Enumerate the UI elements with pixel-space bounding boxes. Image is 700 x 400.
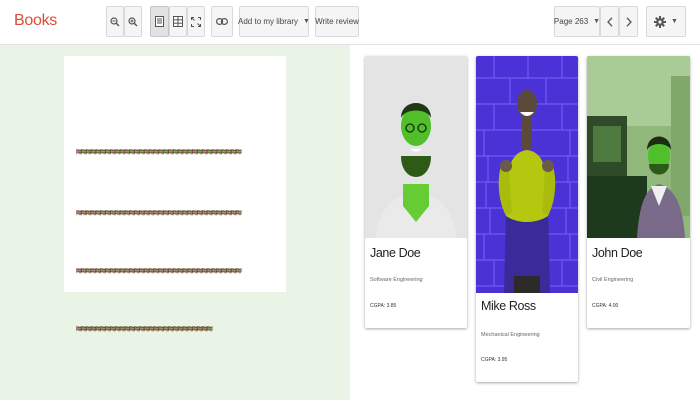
profile-name: Jane Doe: [370, 246, 421, 260]
profile-gpa: CGPA: 4.00: [592, 303, 619, 309]
link-button[interactable]: [211, 6, 233, 37]
profile-photo: [476, 56, 578, 293]
page-text-line: ≈≈≈≈≈≈≈≈≈≈≈≈≈≈≈≈≈≈≈≈≈≈≈≈≈≈≈≈≈≈≈≈≈≈: [76, 207, 242, 219]
brand-logo[interactable]: Books: [14, 12, 57, 30]
profile-cards-area: Jane Doe Software Engineering CGPA: 3.85…: [350, 45, 700, 400]
page-text-line: ≈≈≈≈≈≈≈≈≈≈≈≈≈≈≈≈≈≈≈≈≈≈≈≈≈≈≈≈≈≈≈≈≈≈: [76, 265, 242, 277]
chevron-down-icon: ▼: [303, 18, 310, 25]
zoom-in-icon: [128, 16, 138, 27]
zoom-out-button[interactable]: [106, 6, 124, 37]
page-text-line: ≈≈≈≈≈≈≈≈≈≈≈≈≈≈≈≈≈≈≈≈≈≈≈≈≈≈≈≈≈≈≈≈≈≈: [76, 146, 242, 158]
write-review-label: Write review: [315, 17, 359, 26]
profile-photo: [587, 56, 690, 238]
profile-name: John Doe: [592, 246, 643, 260]
profile-department: Mechanical Engineering: [481, 332, 540, 338]
link-icon: [216, 18, 228, 25]
add-to-library-button[interactable]: Add to my library ▼: [238, 6, 310, 37]
toolbar: Books Add to my library ▼ Write review P…: [0, 0, 700, 45]
profile-card[interactable]: John Doe Civil Engineering CGPA: 4.00: [587, 56, 690, 328]
profile-department: Software Engineering: [370, 277, 423, 283]
profile-name: Mike Ross: [481, 299, 536, 313]
previous-page-button[interactable]: [600, 6, 619, 37]
book-viewer: [0, 45, 350, 400]
profile-card[interactable]: Mike Ross Mechanical Engineering CGPA: 3…: [476, 56, 578, 382]
profile-photo: [365, 56, 467, 238]
fullscreen-icon: [191, 16, 201, 27]
profile-card[interactable]: Jane Doe Software Engineering CGPA: 3.85: [365, 56, 467, 328]
profile-gpa: CGPA: 3.85: [370, 303, 397, 309]
thumbnail-view-button[interactable]: [169, 6, 187, 37]
single-page-view-button[interactable]: [150, 6, 169, 37]
write-review-button[interactable]: Write review: [315, 6, 359, 37]
next-page-button[interactable]: [619, 6, 638, 37]
zoom-in-button[interactable]: [124, 6, 142, 37]
gear-icon: [654, 15, 667, 28]
chevron-left-icon: [606, 16, 613, 27]
chevron-right-icon: [626, 16, 632, 27]
fullscreen-button[interactable]: [187, 6, 205, 37]
page-selector[interactable]: Page 263 ▼: [554, 6, 600, 37]
profile-gpa: CGPA: 3.95: [481, 357, 508, 363]
settings-button[interactable]: ▼: [646, 6, 686, 37]
book-page: [64, 56, 286, 292]
page-label: Page 263: [553, 17, 589, 26]
page-text-line: ≈≈≈≈≈≈≈≈≈≈≈≈≈≈≈≈≈≈≈≈≈≈≈≈≈≈≈≈: [76, 323, 213, 335]
thumbnail-view-icon: [173, 16, 183, 27]
chevron-down-icon: ▼: [671, 18, 678, 25]
zoom-out-icon: [110, 16, 120, 27]
single-page-icon: [155, 16, 164, 27]
profile-department: Civil Engineering: [592, 277, 634, 283]
add-to-library-label: Add to my library: [238, 17, 299, 26]
